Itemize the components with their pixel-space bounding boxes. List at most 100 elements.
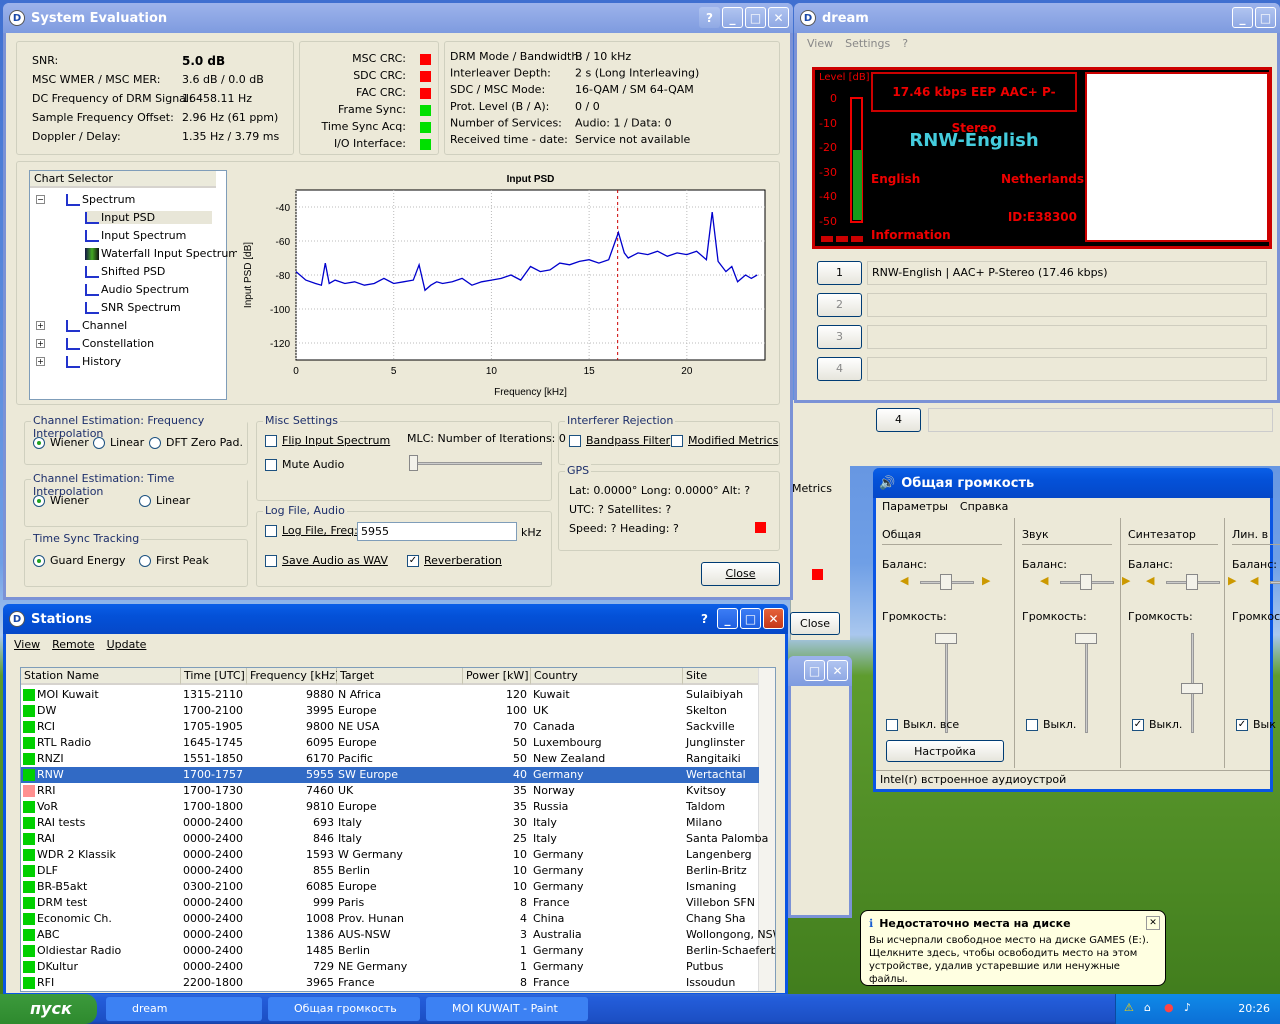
menu-item[interactable]: Параметры [882, 500, 948, 513]
radio-option[interactable]: Guard Energy [33, 554, 126, 567]
flip-spectrum-checkbox[interactable]: Flip Input Spectrum [265, 434, 390, 447]
table-row[interactable]: Economic Ch. 0000-2400 1008 Prov. Hunan 4 Chi… [21, 911, 759, 927]
expand-icon[interactable]: + [36, 357, 45, 366]
checkbox[interactable]: ✓ [1236, 719, 1248, 731]
maximize-icon[interactable]: □ [1255, 7, 1276, 28]
antivirus-icon[interactable]: ● [1164, 1001, 1174, 1014]
mute-checkbox[interactable]: Выкл. все [886, 718, 959, 731]
checkbox[interactable] [569, 435, 581, 447]
save-wav-checkbox[interactable]: Save Audio as WAV [265, 554, 388, 567]
radio-option[interactable]: DFT Zero Pad. [149, 436, 243, 449]
service-button[interactable]: 3 [817, 325, 862, 349]
shield-icon[interactable]: ⚠ [1124, 1001, 1134, 1014]
column-header[interactable]: Target [337, 668, 463, 685]
disk-space-balloon[interactable]: ℹ Недостаточно места на диске Вы исчерпал… [860, 910, 1166, 986]
table-row[interactable]: RNZI 1551-1850 6170 Pacific 50 New Zealand Ran… [21, 751, 759, 767]
table-row[interactable]: MOI Kuwait 1315-2110 9880 N Africa 120 Kuwait… [21, 687, 759, 703]
column-header[interactable]: Power [kW] [463, 668, 531, 685]
column-header[interactable]: Time [UTC] [181, 668, 247, 685]
mlc-slider-thumb[interactable] [409, 455, 418, 471]
menu-item[interactable]: Settings [845, 37, 890, 50]
minimize-icon[interactable]: _ [722, 7, 743, 28]
table-row[interactable]: RAI tests 0000-2400 693 Italy 30 Italy Milano [21, 815, 759, 831]
maximize-icon[interactable]: □ [740, 608, 761, 629]
chart-selector-header[interactable]: Chart Selector [30, 171, 216, 188]
mute-checkbox[interactable]: ✓ Выкл. [1132, 718, 1182, 731]
menu-item[interactable]: View [807, 37, 833, 50]
table-row[interactable]: DRM test 0000-2400 999 Paris 8 France Villebon… [21, 895, 759, 911]
table-row[interactable]: RRI 1700-1730 7460 UK 35 Norway Kvitsoy [21, 783, 759, 799]
maximize-icon[interactable]: □ [804, 660, 825, 681]
volume-tray-icon[interactable]: ♪ [1184, 1001, 1191, 1014]
reverberation-checkbox[interactable]: ✓ Reverberation [407, 554, 502, 567]
column-header[interactable]: Station Name [21, 668, 181, 685]
tree-item[interactable]: Shifted PSD [85, 265, 165, 278]
checkbox[interactable] [265, 525, 277, 537]
task-volume[interactable]: Общая громкость [268, 997, 420, 1021]
table-row[interactable]: BR-B5akt 0300-2100 6085 Europe 10 Germany Isma… [21, 879, 759, 895]
minimize-icon[interactable]: _ [1232, 7, 1253, 28]
table-row[interactable]: Oldiestar Radio 0000-2400 1485 Berlin 1 Germa… [21, 943, 775, 959]
table-row[interactable]: RFI 2200-1800 3965 France 8 France Issoudun [21, 975, 759, 991]
radio-option[interactable]: Linear [139, 494, 190, 507]
volume-slider-thumb[interactable] [1181, 682, 1203, 694]
table-row[interactable]: DW 1700-2100 3995 Europe 100 UK Skelton [21, 703, 759, 719]
menu-item[interactable]: View [14, 638, 40, 651]
table-row[interactable]: ABC 0000-2400 1386 AUS-NSW 3 Australia Wollong… [21, 927, 775, 943]
help-icon[interactable]: ? [699, 7, 720, 28]
checkbox[interactable]: ✓ [407, 555, 419, 567]
tree-item[interactable]: Spectrum [66, 193, 135, 206]
column-header[interactable]: Frequency [kHz] [247, 668, 339, 685]
volume-slider-thumb[interactable] [935, 633, 957, 644]
radio-option[interactable]: First Peak [139, 554, 209, 567]
checkbox[interactable] [265, 435, 277, 447]
table-row[interactable]: DKultur 0000-2400 729 NE Germany 1 Germany Put… [21, 959, 759, 975]
tree-item[interactable]: Audio Spectrum [85, 283, 189, 296]
modified-metrics-checkbox[interactable]: Modified Metrics [671, 434, 778, 447]
mute-audio-checkbox[interactable]: Mute Audio [265, 458, 344, 471]
table-row[interactable]: RNW 1700-1757 5955 SW Europe 40 Germany Wertac… [21, 767, 759, 783]
expand-icon[interactable]: + [36, 321, 45, 330]
network-icon[interactable]: ⌂ [1144, 1001, 1151, 1014]
settings-button[interactable]: Настройка [886, 740, 1004, 762]
expand-icon[interactable]: + [36, 339, 45, 348]
bandpass-checkbox[interactable]: Bandpass Filter [569, 434, 670, 447]
service-button[interactable]: 1 [817, 261, 862, 285]
tree-item[interactable]: Input Spectrum [85, 229, 186, 242]
mute-checkbox[interactable]: ✓ Вык [1236, 718, 1276, 731]
radio-option[interactable]: Wiener [33, 494, 89, 507]
radio-button[interactable] [33, 495, 45, 507]
checkbox[interactable] [265, 555, 277, 567]
menu-item[interactable]: Update [107, 638, 147, 651]
close-icon[interactable]: ✕ [768, 7, 789, 28]
checkbox[interactable] [1026, 719, 1038, 731]
tree-item[interactable]: History [66, 355, 121, 368]
checkbox[interactable]: ✓ [1132, 719, 1144, 731]
maximize-icon[interactable]: □ [745, 7, 766, 28]
balance-slider-thumb[interactable] [940, 574, 952, 590]
balance-slider-thumb[interactable] [1186, 574, 1198, 590]
radio-button[interactable] [93, 437, 105, 449]
service-button[interactable]: 4 [817, 357, 862, 381]
start-button[interactable]: пуск [0, 994, 97, 1024]
task-dream[interactable]: dream [106, 997, 262, 1021]
table-row[interactable]: RCI 1705-1905 9800 NE USA 70 Canada Sackville [21, 719, 759, 735]
close-icon[interactable]: ✕ [763, 608, 784, 629]
radio-button[interactable] [149, 437, 161, 449]
column-header[interactable]: Country [531, 668, 683, 685]
bg-service-4-button[interactable]: 4 [876, 408, 921, 432]
checkbox[interactable] [671, 435, 683, 447]
menu-item[interactable]: Справка [960, 500, 1008, 513]
checkbox[interactable] [886, 719, 898, 731]
tree-item[interactable]: Waterfall Input Spectrum [85, 247, 239, 260]
radio-button[interactable] [139, 555, 151, 567]
volume-slider-thumb[interactable] [1075, 633, 1097, 644]
mute-checkbox[interactable]: Выкл. [1026, 718, 1076, 731]
task-paint[interactable]: MOI KUWAIT - Paint [426, 997, 588, 1021]
checkbox[interactable] [265, 459, 277, 471]
radio-option[interactable]: Wiener [33, 436, 89, 449]
close-button[interactable]: Close [701, 562, 780, 586]
log-file-checkbox[interactable]: Log File, Freq: [265, 524, 358, 537]
menu-item[interactable]: Remote [52, 638, 94, 651]
radio-option[interactable]: Linear [93, 436, 144, 449]
